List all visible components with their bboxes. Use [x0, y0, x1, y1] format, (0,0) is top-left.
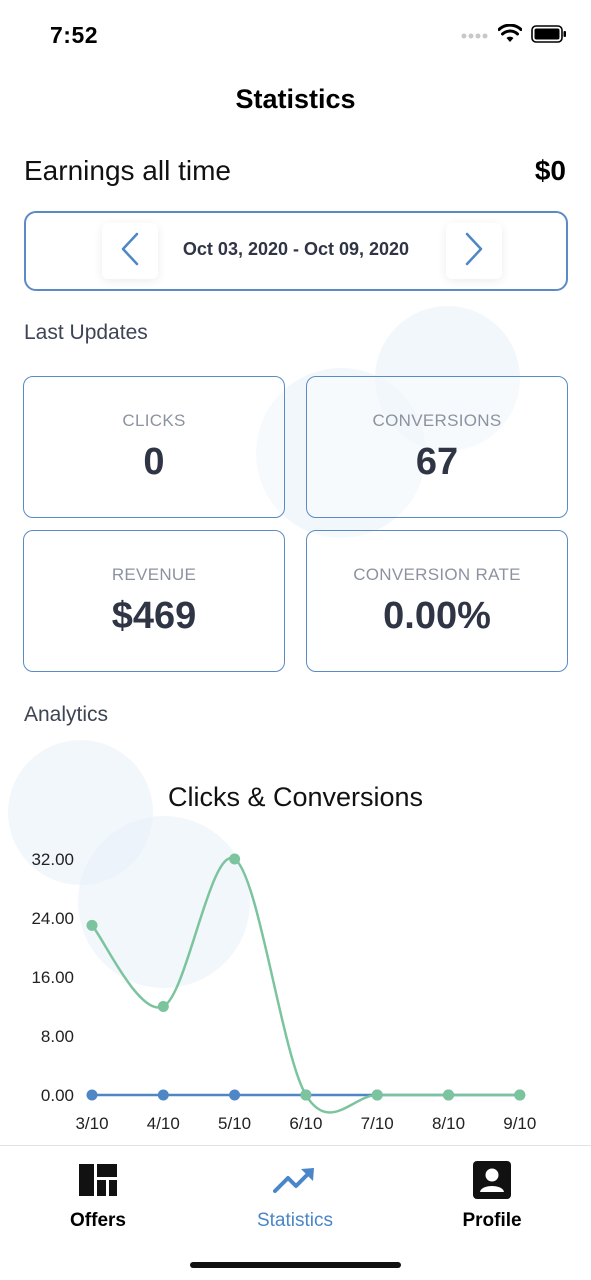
x-tick-label: 3/10: [75, 1114, 108, 1133]
y-tick-label: 16.00: [31, 968, 74, 987]
stat-value: 0: [143, 441, 165, 483]
tab-label: Statistics: [256, 1210, 334, 1231]
data-point: [86, 1089, 98, 1101]
status-bar: 7:52: [0, 0, 591, 70]
x-tick-label: 9/10: [503, 1114, 536, 1133]
tab-label: Offers: [70, 1210, 126, 1231]
profile-icon: [473, 1160, 511, 1204]
status-icons: [461, 23, 567, 48]
data-point: [229, 1089, 241, 1101]
dashboard-icon: [79, 1163, 117, 1201]
stat-value: 0.00%: [383, 595, 491, 637]
x-tick-label: 6/10: [289, 1114, 322, 1133]
data-point: [157, 1001, 169, 1012]
stat-value: 67: [415, 441, 459, 483]
stat-value: $469: [111, 595, 197, 637]
stat-label: CONVERSIONS: [372, 411, 502, 430]
date-range-selector: Oct 03, 2020 - Oct 09, 2020: [24, 211, 568, 291]
clicks-conversions-chart: 0.00 8.00 16.00 24.00 32.00 3/10 4/10 5/10 6/10 7…: [31, 850, 536, 1133]
battery-icon: [531, 24, 567, 48]
tab-statistics[interactable]: Statistics: [225, 1160, 365, 1232]
stat-label: CONVERSION RATE: [353, 565, 521, 584]
tab-profile[interactable]: Profile: [422, 1160, 562, 1232]
data-point: [157, 1089, 169, 1101]
next-week-button[interactable]: [446, 223, 502, 279]
cellular-signal-icon: [461, 27, 489, 45]
x-tick-label: 8/10: [432, 1114, 465, 1133]
conversion-rate-card: CONVERSION RATE 0.00%: [306, 530, 568, 672]
chevron-right-icon: [464, 232, 484, 271]
data-point: [229, 853, 241, 865]
home-indicator: [190, 1262, 401, 1268]
status-time: 7:52: [50, 22, 99, 48]
trending-up-icon: [273, 1166, 317, 1199]
wifi-icon: [497, 23, 523, 48]
tab-offers[interactable]: Offers: [28, 1160, 168, 1232]
conversions-card: CONVERSIONS 67: [306, 376, 568, 518]
page-title: Statistics: [235, 84, 356, 114]
data-point: [300, 1089, 312, 1101]
y-tick-label: 8.00: [41, 1027, 74, 1046]
stat-label: CLICKS: [122, 411, 186, 430]
tab-label: Profile: [462, 1210, 522, 1231]
series-line: [91, 856, 520, 1114]
data-point: [514, 1089, 526, 1101]
data-point: [371, 1089, 383, 1101]
data-point: [86, 919, 98, 931]
earnings-label: Earnings all time: [24, 155, 231, 186]
x-tick-label: 4/10: [147, 1114, 180, 1133]
y-tick-label: 32.00: [31, 850, 74, 869]
analytics-label: Analytics: [24, 703, 109, 726]
x-tick-label: 5/10: [218, 1114, 251, 1133]
last-updates-label: Last Updates: [24, 321, 148, 344]
y-tick-label: 24.00: [31, 909, 74, 928]
y-tick-label: 0.00: [41, 1086, 74, 1105]
chart-title: Clicks & Conversions: [167, 782, 424, 812]
stat-label: REVENUE: [111, 565, 197, 584]
earnings-value: $0: [534, 155, 566, 186]
data-point: [443, 1089, 454, 1101]
x-tick-label: 7/10: [361, 1114, 394, 1133]
tab-bar: Offers Statistics Profile: [0, 1145, 591, 1280]
revenue-card: REVENUE $469: [23, 530, 285, 672]
clicks-card: CLICKS 0: [23, 376, 285, 518]
